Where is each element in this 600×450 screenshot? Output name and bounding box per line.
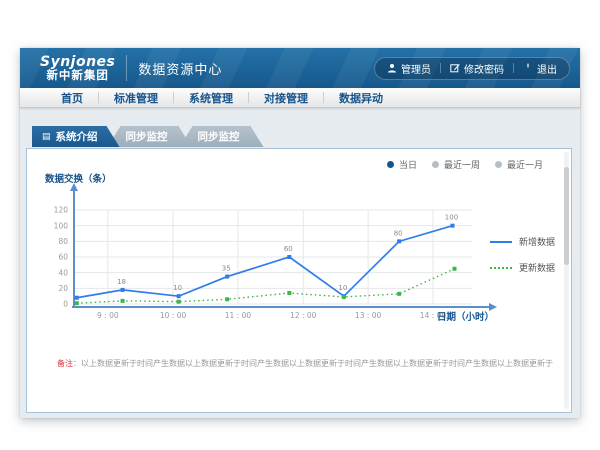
range-option-today[interactable]: 当日 [387,158,417,171]
user-menu-divider [513,63,514,73]
company-logo: Synjones 新中新集团 [40,55,115,82]
data-point [75,301,79,305]
data-point [287,255,291,259]
data-point-label: 10 [173,284,182,292]
data-point [225,275,229,279]
chart-panel: 当日 最近一周 最近一月 数据交换（条） 日期（小时） 0 20 40 60 80 100… [26,148,572,413]
data-point-label: 18 [117,278,126,286]
user-menu-divider [440,63,441,73]
y-tick-label: 0 [63,300,68,309]
logout-button[interactable]: 退出 [523,61,557,76]
x-tick-label: 12 : 00 [290,311,317,320]
tab-label: 同步监控 [126,129,168,144]
user-icon [387,63,397,73]
y-axis-title: 数据交换（条） [45,171,112,185]
panel-scrollbar[interactable] [564,152,569,409]
y-tick-label: 80 [58,237,68,246]
nav-item-standard-mgmt[interactable]: 标准管理 [99,90,173,106]
dotted-line-swatch-icon [490,267,512,269]
x-tick-label: 13 : 00 [355,311,382,320]
nav-item-home[interactable]: 首页 [46,90,98,106]
footnote: 备注：以上数据更新于时间产生数据以上数据更新于时间产生数据以上数据更新于时间产生… [57,358,557,369]
page-title: 数据资源中心 [138,59,222,78]
legend-label: 新增数据 [519,235,555,248]
chart-legend: 新增数据 更新数据 [490,235,555,274]
range-option-last-week[interactable]: 最近一周 [432,158,480,171]
data-point [75,296,79,300]
x-tick-label: 9 : 00 [97,311,119,320]
legend-label: 更新数据 [519,261,555,274]
data-point-label: 10 [338,284,347,292]
tab-sync-monitor-2[interactable]: 同步监控 [180,126,264,147]
time-range-options: 当日 最近一周 最近一月 [387,158,543,171]
y-tick-label: 20 [58,284,68,293]
data-point-label: 100 [445,214,458,222]
screenshot-stage: Synjones 新中新集团 数据资源中心 管理员 [0,0,600,450]
nav-item-integration-mgmt[interactable]: 对接管理 [249,90,323,106]
change-password-button[interactable]: 修改密码 [450,61,504,76]
data-point [121,299,125,303]
current-user[interactable]: 管理员 [387,61,431,76]
data-point [397,239,401,243]
data-point-label: 60 [284,245,293,253]
tab-system-intro[interactable]: ▤ 系统介绍 [32,126,120,147]
range-label: 最近一周 [444,158,480,171]
radio-dot-icon [432,161,439,168]
data-point-label: 35 [222,265,231,273]
series-line [77,269,455,303]
document-icon: ▤ [42,132,51,142]
user-name-label: 管理员 [401,61,431,76]
legend-item-updated-data: 更新数据 [490,261,555,274]
data-point-label: 80 [394,229,403,237]
y-tick-label: 100 [54,221,69,230]
content-area: ▤ 系统介绍 同步监控 同步监控 当日 [20,108,580,419]
data-point [397,292,401,296]
header-divider [126,55,127,81]
app-header: Synjones 新中新集团 数据资源中心 管理员 [20,48,580,88]
logout-label: 退出 [537,61,557,76]
data-point [177,300,181,304]
change-password-label: 修改密码 [464,61,504,76]
data-point [121,288,125,292]
data-point [450,224,454,228]
app-window: Synjones 新中新集团 数据资源中心 管理员 [20,48,580,418]
data-point [225,297,229,301]
nav-item-system-mgmt[interactable]: 系统管理 [174,90,248,106]
legend-item-new-data: 新增数据 [490,235,555,248]
tab-bar: ▤ 系统介绍 同步监控 同步监控 [32,126,264,147]
line-chart: 0 20 40 60 80 100 120 9 : 00 10 : 00 11 : 00 12 : … [27,149,571,412]
tab-sync-monitor-1[interactable]: 同步监控 [108,126,192,147]
radio-dot-icon [387,161,394,168]
range-label: 当日 [399,158,417,171]
data-point [342,295,346,299]
edit-icon [450,63,460,73]
y-tick-label: 40 [58,268,68,277]
logo-company-name: 新中新集团 [40,69,115,81]
logo-brand-text: Synjones [40,55,115,70]
y-tick-label: 60 [58,253,68,262]
x-axis-title: 日期（小时） [437,309,494,323]
footnote-prefix: 备注 [57,359,73,368]
radio-dot-icon [495,161,502,168]
range-label: 最近一月 [507,158,543,171]
data-point [287,291,291,295]
footnote-text: ：以上数据更新于时间产生数据以上数据更新于时间产生数据以上数据更新于时间产生数据… [73,359,553,368]
main-nav: 首页 标准管理 系统管理 对接管理 数据异动 [20,88,580,108]
nav-item-data-changes[interactable]: 数据异动 [324,90,398,106]
tab-label: 同步监控 [198,129,240,144]
x-tick-label: 11 : 00 [225,311,252,320]
x-tick-label: 10 : 00 [160,311,187,320]
range-option-last-month[interactable]: 最近一月 [495,158,543,171]
user-menu: 管理员 修改密码 退出 [374,57,570,80]
scrollbar-thumb[interactable] [564,167,569,265]
power-icon [523,63,533,73]
data-point [452,267,456,271]
y-tick-label: 120 [54,206,69,215]
data-point [177,294,181,298]
tab-label: 系统介绍 [56,129,98,144]
solid-line-swatch-icon [490,241,512,243]
